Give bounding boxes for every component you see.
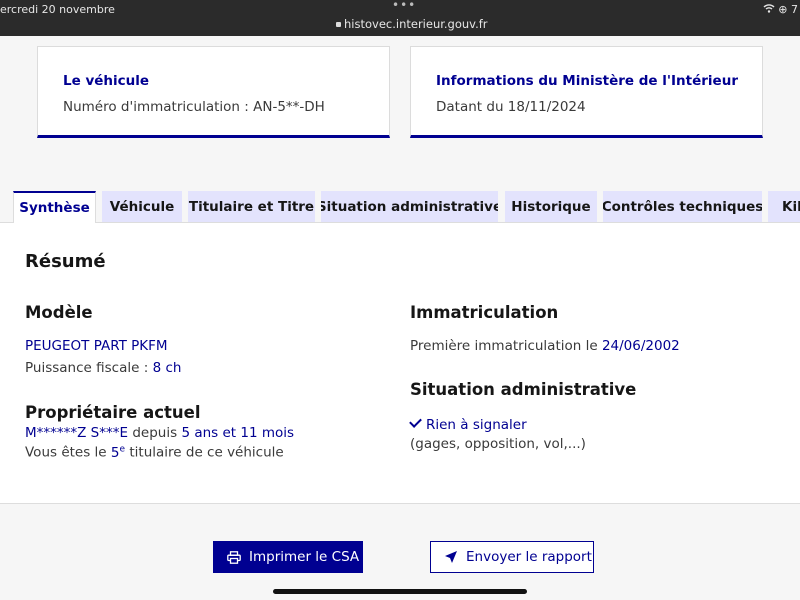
vehicle-card-title: Le véhicule xyxy=(63,73,150,89)
ministry-card: Informations du Ministère de l'Intérieur… xyxy=(410,46,763,138)
tab-synthese[interactable]: Synthèse xyxy=(13,191,96,223)
home-indicator[interactable] xyxy=(273,589,527,594)
data-date: Datant du 18/11/2024 xyxy=(436,99,586,115)
fiscal-power: Puissance fiscale : 8 ch xyxy=(25,360,181,376)
first-registration: Première immatriculation le 24/06/2002 xyxy=(410,338,680,354)
check-icon xyxy=(409,415,422,428)
lock-icon xyxy=(336,22,341,27)
first-registration-label: Première immatriculation le xyxy=(410,338,598,354)
owner-since-value: 5 ans et 11 mois xyxy=(181,425,295,441)
tab-kilometrage[interactable]: Kilo xyxy=(768,191,800,222)
admin-detail: (gages, opposition, vol,...) xyxy=(410,436,586,452)
admin-heading: Situation administrative xyxy=(410,380,637,399)
fiscal-power-label: Puissance fiscale : xyxy=(25,360,149,376)
address-bar[interactable]: histovec.interieur.gouv.fr xyxy=(336,17,488,31)
summary-panel: Résumé Modèle PEUGEOT PART PKFM Puissanc… xyxy=(0,222,800,504)
browser-menu-dots[interactable]: ••• xyxy=(392,0,416,12)
owner-heading: Propriétaire actuel xyxy=(25,403,201,422)
owner-since-label: depuis xyxy=(132,425,178,441)
address-url: histovec.interieur.gouv.fr xyxy=(344,17,488,31)
first-registration-date: 24/06/2002 xyxy=(601,338,680,354)
print-csa-button[interactable]: Imprimer le CSA xyxy=(213,541,363,573)
tab-situation-administrative[interactable]: Situation administrative xyxy=(321,191,498,222)
browser-status-bar: ercredi 20 novembre ••• histovec.interie… xyxy=(0,0,800,36)
ministry-card-title: Informations du Ministère de l'Intérieur xyxy=(436,73,738,89)
send-icon xyxy=(445,551,457,563)
tab-historique[interactable]: Historique xyxy=(505,191,597,222)
status-icons: ⊕ 7 xyxy=(763,3,798,16)
send-report-button[interactable]: Envoyer le rapport xyxy=(430,541,594,573)
model-name: PEUGEOT PART PKFM xyxy=(25,338,168,354)
tab-titulaire-titre[interactable]: Titulaire et Titre xyxy=(188,191,315,222)
summary-title: Résumé xyxy=(25,251,106,272)
owner-rank-number: 5e xyxy=(110,444,126,461)
admin-status: Rien à signaler xyxy=(409,415,527,433)
printer-icon xyxy=(227,550,241,564)
owner-rank-prefix: Vous êtes le xyxy=(25,444,107,461)
status-date: ercredi 20 novembre xyxy=(0,3,115,16)
print-csa-label: Imprimer le CSA xyxy=(249,549,360,565)
owner-rank-suffix: titulaire de ce véhicule xyxy=(129,444,284,461)
fiscal-power-value: 8 ch xyxy=(152,360,182,376)
owner-rank: Vous êtes le 5e titulaire de ce véhicule xyxy=(25,444,284,461)
vehicle-card: Le véhicule Numéro d'immatriculation : A… xyxy=(37,46,390,138)
status-right-text: ⊕ 7 xyxy=(778,3,798,16)
registration-number: Numéro d'immatriculation : AN-5**-DH xyxy=(63,99,325,115)
admin-status-text: Rien à signaler xyxy=(426,417,527,433)
wifi-icon xyxy=(763,3,779,16)
tab-vehicule[interactable]: Véhicule xyxy=(102,191,182,222)
registration-heading: Immatriculation xyxy=(410,303,559,322)
owner-line: M******Z S***E depuis 5 ans et 11 mois xyxy=(25,425,294,441)
tab-controles-techniques[interactable]: Contrôles techniques xyxy=(603,191,762,222)
model-heading: Modèle xyxy=(25,303,93,322)
owner-name: M******Z S***E xyxy=(25,425,129,441)
send-report-label: Envoyer le rapport xyxy=(466,549,592,565)
